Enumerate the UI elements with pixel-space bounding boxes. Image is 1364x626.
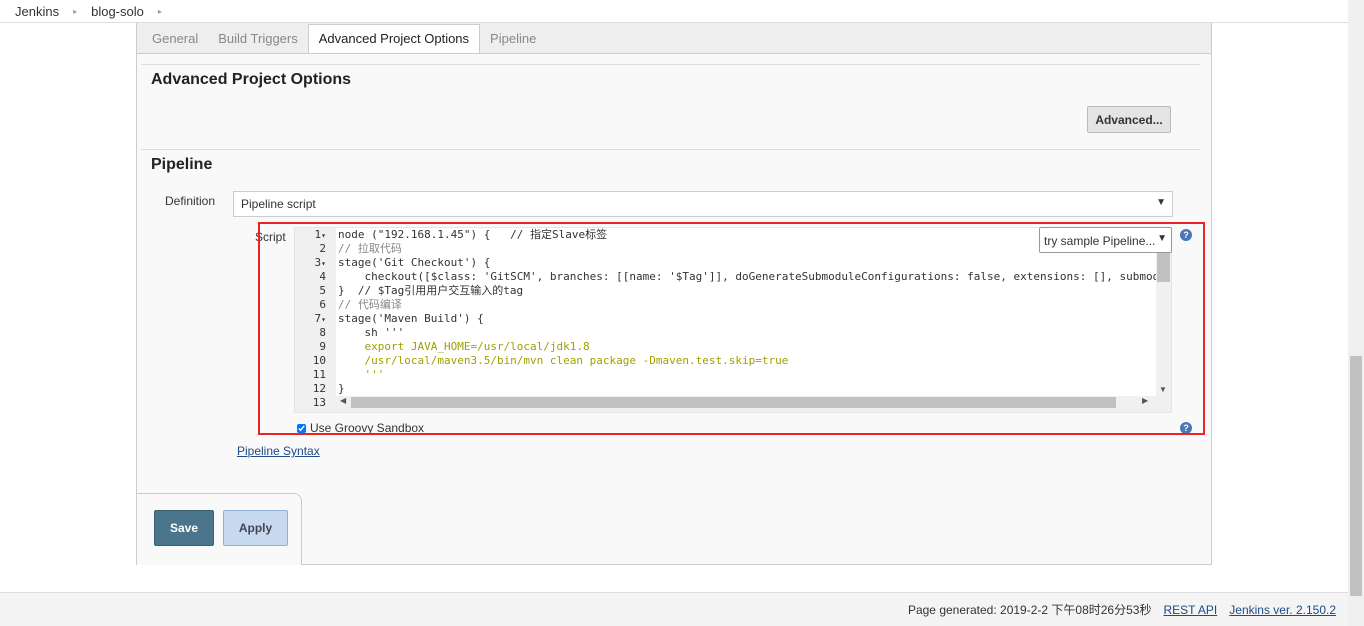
- line-number: 2: [319, 242, 326, 255]
- definition-value: Pipeline script: [241, 197, 316, 211]
- chevron-right-icon[interactable]: ▸: [158, 7, 162, 16]
- fold-icon[interactable]: ▾: [321, 231, 326, 240]
- divider: [141, 64, 1200, 65]
- line-number: 4: [319, 270, 326, 283]
- line-number: 7▾: [314, 312, 326, 325]
- code-line: stage('Maven Build') {: [338, 312, 484, 325]
- line-number: 12: [312, 382, 326, 395]
- caret-down-icon: ▼: [1156, 197, 1166, 208]
- tab-general[interactable]: General: [142, 25, 208, 53]
- line-number: 6: [319, 298, 326, 311]
- code-line: } // $Tag引用用户交互输入的tag: [338, 284, 524, 297]
- help-icon[interactable]: ?: [1180, 422, 1192, 434]
- tab-build-triggers[interactable]: Build Triggers: [208, 25, 307, 53]
- config-tabs: General Build Triggers Advanced Project …: [137, 23, 1211, 54]
- horizontal-scrollbar[interactable]: ◀ ▶: [336, 396, 1156, 409]
- definition-label: Definition: [165, 194, 216, 208]
- breadcrumb-job[interactable]: blog-solo: [91, 4, 144, 19]
- line-numbers: 1▾ 2 3▾ 4 5 6 7▾ 8 9 10 11 12 13: [295, 228, 336, 409]
- definition-select[interactable]: Pipeline script ▼: [233, 191, 1173, 217]
- breadcrumb-jenkins[interactable]: Jenkins: [15, 4, 59, 19]
- line-number: 3▾: [314, 256, 326, 269]
- section-title-pipeline: Pipeline: [151, 156, 213, 173]
- sandbox-label: Use Groovy Sandbox: [310, 421, 425, 435]
- line-number: 10: [312, 354, 326, 367]
- advanced-button[interactable]: Advanced...: [1087, 106, 1171, 133]
- chevron-right-icon[interactable]: ▸: [73, 7, 77, 16]
- groovy-sandbox-checkbox[interactable]: Use Groovy Sandbox: [297, 421, 424, 435]
- vertical-scrollbar[interactable]: ▼: [1156, 228, 1171, 396]
- jenkins-version-link[interactable]: Jenkins ver. 2.150.2: [1229, 603, 1336, 617]
- footer: Page generated: 2019-2-2 下午08时26分53秒 RES…: [0, 592, 1348, 626]
- line-number: 5: [319, 284, 326, 297]
- code-line: stage('Git Checkout') {: [338, 256, 491, 269]
- caret-down-icon: ▼: [1157, 233, 1167, 244]
- line-number: 9: [319, 340, 326, 353]
- code-line: ''': [338, 368, 385, 381]
- script-label: Script: [255, 230, 286, 244]
- sample-pipeline-value: try sample Pipeline...: [1044, 234, 1156, 248]
- rest-api-link[interactable]: REST API: [1163, 603, 1217, 617]
- line-number: 11: [312, 368, 326, 381]
- apply-button[interactable]: Apply: [223, 510, 288, 546]
- code-line: export JAVA_HOME=/usr/local/jdk1.8: [338, 340, 590, 353]
- fold-icon[interactable]: ▾: [321, 259, 326, 268]
- tab-pipeline[interactable]: Pipeline: [480, 25, 546, 53]
- fold-icon[interactable]: ▾: [321, 315, 326, 324]
- code-line: node ("192.168.1.45") { // 指定Slave标签: [338, 228, 608, 241]
- code-line: // 代码编译: [338, 298, 402, 311]
- save-bar: Save Apply: [137, 493, 302, 565]
- code-area[interactable]: node ("192.168.1.45") { // 指定Slave标签// 拉…: [336, 228, 1156, 396]
- page-generated: Page generated: 2019-2-2 下午08时26分53秒: [907, 603, 1152, 617]
- page-scrollbar[interactable]: [1348, 0, 1364, 626]
- code-line: /usr/local/maven3.5/bin/mvn clean packag…: [338, 354, 789, 367]
- code-line: checkout([$class: 'GitSCM', branches: [[…: [338, 270, 1156, 283]
- help-icon[interactable]: ?: [1180, 229, 1192, 241]
- divider: [141, 149, 1200, 150]
- code-line: }: [338, 382, 345, 395]
- line-number: 8: [319, 326, 326, 339]
- tab-advanced-project-options[interactable]: Advanced Project Options: [307, 24, 481, 53]
- line-number: 13: [312, 396, 326, 409]
- script-editor[interactable]: 1▾ 2 3▾ 4 5 6 7▾ 8 9 10 11 12 13 node ("192.168.1.45…: [294, 227, 1172, 413]
- code-line: sh ''': [338, 326, 405, 339]
- sandbox-checkbox[interactable]: [297, 423, 306, 433]
- section-title-advanced: Advanced Project Options: [151, 71, 352, 88]
- code-line: // 拉取代码: [338, 242, 402, 255]
- line-number: 1▾: [314, 228, 326, 241]
- save-button[interactable]: Save: [154, 510, 214, 546]
- config-panel: General Build Triggers Advanced Project …: [136, 23, 1212, 565]
- breadcrumb: Jenkins ▸ blog-solo ▸: [0, 0, 1348, 23]
- sample-pipeline-select[interactable]: try sample Pipeline... ▼: [1039, 227, 1172, 253]
- pipeline-syntax-link[interactable]: Pipeline Syntax: [237, 444, 320, 458]
